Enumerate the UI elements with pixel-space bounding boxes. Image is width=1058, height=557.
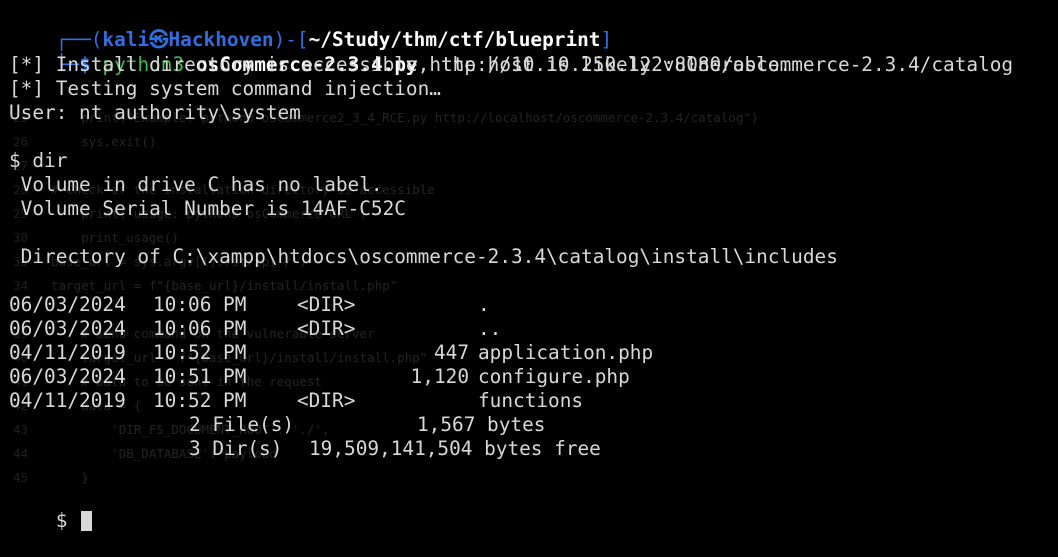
- summary-files-count: 2 File(s): [189, 413, 295, 436]
- output-install-dir: [*] Install directory is accessible, the…: [9, 53, 792, 76]
- row-date: 04/11/2019: [9, 389, 126, 412]
- summary-dirs: 3 Dir(s) 19,509,141,504 bytes free: [9, 437, 601, 461]
- summary-dirs-count: 3 Dir(s): [189, 437, 283, 460]
- output-serial: Volume Serial Number is 14AF-C52C: [9, 197, 406, 220]
- output-testing: [*] Testing system command injection…: [9, 77, 441, 100]
- table-row: 06/03/2024 10:06 PM <DIR> .: [9, 293, 490, 317]
- final-prompt: $: [55, 509, 68, 532]
- ghost-code-text: target_url = f"{base_url}/install/instal…: [51, 278, 398, 293]
- summary-dirs-bytes: 19,509,141,504 bytes free: [309, 437, 601, 460]
- row-time: 10:52 PM: [153, 389, 247, 412]
- table-row: 06/03/2024 10:51 PM 1,120 configure.php: [9, 365, 630, 389]
- row-date: 06/03/2024: [9, 293, 126, 316]
- row-name: configure.php: [478, 365, 630, 388]
- row-time: 10:06 PM: [153, 317, 247, 340]
- row-time: 10:52 PM: [153, 341, 247, 364]
- summary-files-bytes: 1,567 bytes: [417, 413, 546, 436]
- table-row: 04/11/2019 10:52 PM <DIR> functions: [9, 389, 583, 413]
- row-time: 10:06 PM: [153, 293, 247, 316]
- ghost-code-text: }: [51, 470, 89, 485]
- ghost-code-text: sys.exit(): [51, 134, 157, 149]
- row-date: 06/03/2024: [9, 317, 126, 340]
- output-directory: Directory of C:\xampp\htdocs\oscommerce-…: [9, 245, 838, 268]
- row-date: 06/03/2024: [9, 365, 126, 388]
- output-user: User: nt authority\system: [9, 101, 301, 124]
- row-date: 04/11/2019: [9, 341, 126, 364]
- table-row: 04/11/2019 10:52 PM 447 application.php: [9, 341, 653, 365]
- prompt-header: ┌──(kali㉿Hackhoven)-[~/Study/thm/ctf/blu…: [9, 4, 612, 51]
- command-line: └─$ python3 osCommerce-2.3.4.py http://1…: [9, 29, 1013, 76]
- ghost-code-text: print_usage(): [51, 230, 179, 245]
- row-time: 10:51 PM: [153, 365, 247, 388]
- summary-files: 2 File(s) 1,567 bytes: [9, 413, 545, 437]
- output-volume: Volume in drive C has no label.: [9, 173, 383, 196]
- table-row: 06/03/2024 10:06 PM <DIR> ..: [9, 317, 501, 341]
- row-size: 1,120: [410, 365, 469, 388]
- text-cursor[interactable]: [81, 511, 93, 531]
- row-name: functions: [478, 389, 584, 412]
- row-name: ..: [478, 317, 502, 340]
- row-dir-flag: <DIR>: [297, 293, 356, 316]
- row-name: application.php: [478, 341, 654, 364]
- row-size: 447: [433, 341, 469, 364]
- output-shell-command: $ dir: [9, 149, 68, 172]
- row-dir-flag: <DIR>: [297, 317, 356, 340]
- row-name: .: [478, 293, 490, 316]
- shell-input-line[interactable]: $: [9, 485, 93, 532]
- row-dir-flag: <DIR>: [297, 389, 356, 412]
